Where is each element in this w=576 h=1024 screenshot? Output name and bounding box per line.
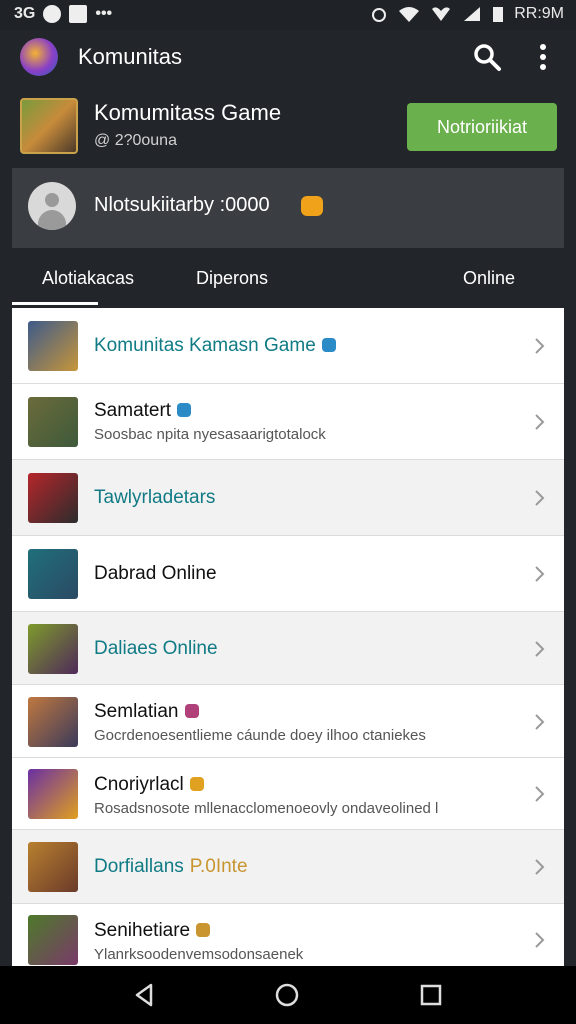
navigation-icon: [43, 5, 62, 23]
list-item-subtitle: Gocrdenoesentlieme cáunde doey ilhoo cta…: [94, 727, 426, 744]
community-thumbnail: [28, 915, 78, 965]
list-item[interactable]: Komunitas Kamasn Game: [12, 308, 564, 384]
verified-badge-icon: [189, 777, 204, 791]
user-bar[interactable]: Nlotsukiitarby :0000: [12, 168, 564, 248]
verified-badge-icon: [196, 923, 211, 937]
list-item-title: Cnoriyrlacl: [94, 774, 204, 796]
list-item[interactable]: Cnoriyrlacl Rosadsnosote mllenacclomenoeo…: [12, 758, 564, 830]
tab-aktivitas[interactable]: Alotiakacas: [42, 268, 134, 289]
avatar: [28, 182, 76, 230]
list-item[interactable]: Tawlyrladetars: [12, 460, 564, 536]
verified-badge-icon: [184, 704, 199, 718]
chevron-right-icon: [535, 566, 545, 582]
community-list: Komunitas Kamasn Game Samatert Soosbac npi…: [12, 308, 564, 966]
community-thumbnail: [28, 549, 78, 599]
list-item[interactable]: Samatert Soosbac npita nyesasaarigtotaloc…: [12, 384, 564, 460]
battery-icon: [493, 7, 504, 22]
community-thumbnail: [28, 842, 78, 892]
chevron-right-icon: [535, 859, 545, 875]
user-status-text: Nlotsukiitarby :0000: [94, 194, 270, 216]
clock: RR:9M: [514, 5, 564, 22]
search-icon[interactable]: [472, 42, 502, 72]
list-item-title-extra: P.0Inte: [189, 856, 248, 877]
wifi-icon: [399, 7, 420, 22]
list-item[interactable]: Daliaes Online: [12, 612, 564, 685]
emoji-badge-icon: [301, 196, 323, 216]
game-title: Komumitass Game: [94, 100, 282, 125]
list-item[interactable]: Senihetiare Ylanrksoodenvemsodonsaenek: [12, 904, 564, 966]
status-bar: 3G ••• RR:9M: [0, 0, 576, 30]
community-thumbnail: [28, 473, 78, 523]
heart-signal-icon: [432, 7, 451, 21]
chevron-right-icon: [535, 414, 545, 430]
list-item[interactable]: Semlatian Gocrdenoesentlieme cáunde doey …: [12, 685, 564, 758]
tab-diperons[interactable]: Diperons: [196, 268, 268, 289]
game-thumbnail: [20, 98, 78, 154]
network-type: 3G: [14, 5, 36, 22]
list-item-title: Semlatian: [94, 701, 199, 723]
more-options-icon[interactable]: [528, 42, 558, 72]
list-item-title: Daliaes Online: [94, 638, 218, 659]
community-thumbnail: [28, 769, 78, 819]
app-title: Komunitas: [78, 44, 182, 69]
community-thumbnail: [28, 397, 78, 447]
verified-badge-icon: [177, 403, 192, 417]
list-item-title: Dabrad Online: [94, 563, 217, 584]
list-item-title: Samatert: [94, 400, 192, 422]
chevron-right-icon: [535, 641, 545, 657]
list-item-title: Tawlyrladetars: [94, 487, 216, 508]
notify-button[interactable]: Notrioriikiat: [407, 103, 557, 151]
chevron-right-icon: [535, 714, 545, 730]
app-bar: Komunitas: [0, 30, 576, 88]
signal-icon: [464, 7, 481, 21]
alarm-icon: [372, 8, 387, 22]
list-item[interactable]: Dabrad Online: [12, 536, 564, 612]
chevron-right-icon: [535, 932, 545, 948]
list-item-title: Senihetiare: [94, 920, 211, 942]
navigation-bar: [0, 966, 576, 1024]
home-icon[interactable]: [274, 982, 300, 1008]
tab-bar: Alotiakacas Diperons Online: [12, 248, 564, 308]
chevron-right-icon: [535, 786, 545, 802]
more-notifications-icon: •••: [95, 5, 113, 22]
list-item-title: Dorfiallans P.0Inte: [94, 856, 248, 877]
member-count: @ 2?0ouna: [94, 132, 177, 149]
list-item-subtitle: Ylanrksoodenvemsodonsaenek: [94, 946, 304, 963]
chevron-right-icon: [535, 490, 545, 506]
verified-badge-icon: [321, 338, 336, 352]
app-logo: [20, 38, 58, 76]
community-thumbnail: [28, 624, 78, 674]
community-thumbnail: [28, 321, 78, 371]
list-item-title: Komunitas Kamasn Game: [94, 335, 336, 357]
chevron-right-icon: [535, 338, 545, 354]
list-item-subtitle: Soosbac npita nyesasaarigtotalock: [94, 426, 326, 443]
back-icon[interactable]: [132, 982, 158, 1008]
community-header: Komumitass Game @ 2?0ouna Notrioriikiat: [0, 88, 576, 168]
tab-indicator: [12, 302, 98, 305]
recent-apps-icon[interactable]: [418, 982, 444, 1008]
list-item-subtitle: Rosadsnosote mllenacclomenoeovly ondaveo…: [94, 800, 439, 817]
tab-online[interactable]: Online: [463, 268, 515, 289]
gallery-icon: [69, 5, 88, 23]
community-thumbnail: [28, 697, 78, 747]
list-item[interactable]: Dorfiallans P.0Inte: [12, 830, 564, 904]
